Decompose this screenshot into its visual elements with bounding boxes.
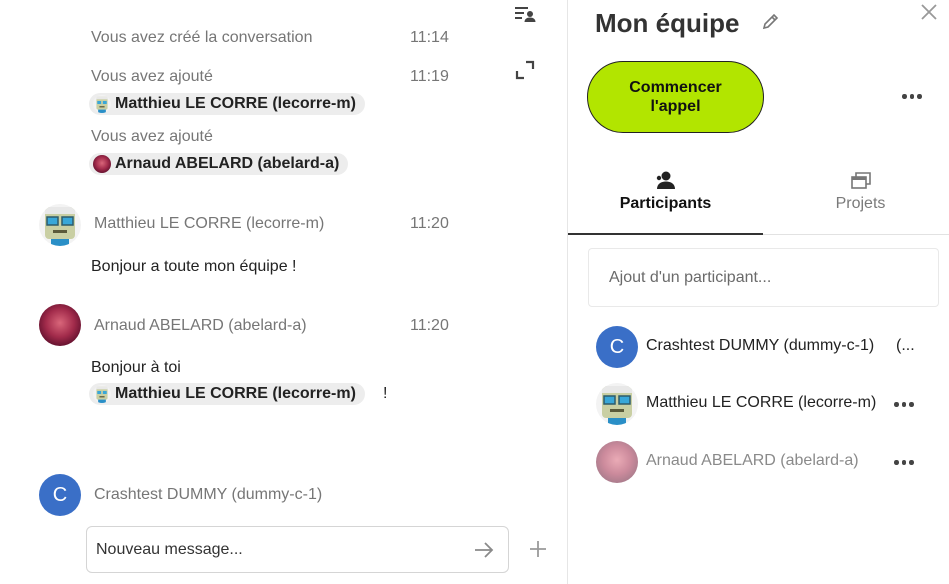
participant-row[interactable]: Arnaud ABELARD (abelard-a) (596, 441, 946, 483)
active-tab-indicator (568, 233, 763, 235)
robot-avatar (596, 383, 638, 425)
edit-pencil-icon[interactable] (761, 13, 779, 31)
message-author: Arnaud ABELARD (abelard-a) (94, 317, 307, 334)
participant-name: Arnaud ABELARD (abelard-a) (646, 452, 859, 469)
participants-toggle-icon[interactable] (513, 3, 537, 25)
robot-avatar (93, 95, 111, 113)
message-suffix: ! (383, 385, 388, 402)
add-participant-field (588, 248, 939, 307)
user-avatar[interactable]: C (39, 474, 81, 516)
tab-projects[interactable]: Projets (763, 166, 949, 234)
hood-avatar (596, 441, 638, 483)
message-input[interactable] (87, 527, 457, 572)
tab-label: Projets (835, 195, 886, 212)
message-text: Bonjour à toi (91, 359, 181, 376)
participant-row[interactable]: Matthieu LE CORRE (lecorre-m) (596, 383, 946, 425)
avatar-initial: C (52, 483, 68, 506)
participant-name: Crashtest DUMMY (dummy-c-1) (646, 337, 875, 354)
avatar-initial: C (609, 335, 625, 358)
message-time: 11:14 (410, 29, 449, 46)
projects-icon (850, 170, 872, 190)
conversation-title: Mon équipe (595, 8, 740, 38)
message-time: 11:19 (410, 68, 449, 85)
participant-menu-icon[interactable] (894, 460, 914, 465)
participant-status: (... (896, 337, 915, 354)
start-call-label: Commencer l'appel (629, 79, 722, 115)
robot-avatar (93, 385, 111, 403)
message-time: 11:20 (410, 215, 449, 232)
mention-name: Matthieu LE CORRE (lecorre-m) (115, 95, 356, 112)
close-icon[interactable] (920, 3, 938, 21)
mention-name: Matthieu LE CORRE (lecorre-m) (115, 385, 356, 402)
add-participant-input[interactable] (589, 249, 938, 306)
participant-name: Matthieu LE CORRE (lecorre-m) (646, 394, 877, 411)
more-options-icon[interactable] (902, 94, 922, 99)
tab-label: Participants (619, 195, 712, 212)
system-message: Vous avez créé la conversation (91, 29, 313, 46)
people-icon (655, 170, 677, 190)
message-time: 11:20 (410, 317, 449, 334)
participant-row[interactable]: C Crashtest DUMMY (dummy-c-1) (... (596, 326, 946, 368)
user-mention[interactable]: Matthieu LE CORRE (lecorre-m) (89, 93, 365, 115)
user-avatar: C (596, 326, 638, 368)
add-attachment-icon[interactable] (528, 539, 548, 559)
system-message: Vous avez ajouté (91, 128, 213, 145)
hood-avatar[interactable] (39, 304, 81, 346)
participant-menu-icon[interactable] (894, 402, 914, 407)
hood-avatar (93, 155, 111, 173)
tab-participants[interactable]: Participants (568, 166, 763, 234)
conversation-sidebar: Mon équipe Commencer l'appel Participant… (567, 0, 949, 584)
message-author: Matthieu LE CORRE (lecorre-m) (94, 215, 325, 232)
message-composer (86, 526, 509, 573)
chat-panel: Vous avez créé la conversation 11:14 Vou… (0, 0, 567, 584)
fullscreen-icon[interactable] (513, 59, 537, 81)
user-mention[interactable]: Arnaud ABELARD (abelard-a) (89, 153, 349, 175)
message-text: Bonjour a toute mon équipe ! (91, 258, 297, 275)
start-call-button[interactable]: Commencer l'appel (587, 61, 764, 133)
robot-avatar[interactable] (39, 204, 81, 246)
send-icon[interactable] (472, 538, 496, 562)
system-message: Vous avez ajouté (91, 68, 213, 85)
current-user-name: Crashtest DUMMY (dummy-c-1) (94, 486, 323, 503)
mention-name: Arnaud ABELARD (abelard-a) (115, 155, 340, 172)
user-mention[interactable]: Matthieu LE CORRE (lecorre-m) (89, 383, 365, 405)
